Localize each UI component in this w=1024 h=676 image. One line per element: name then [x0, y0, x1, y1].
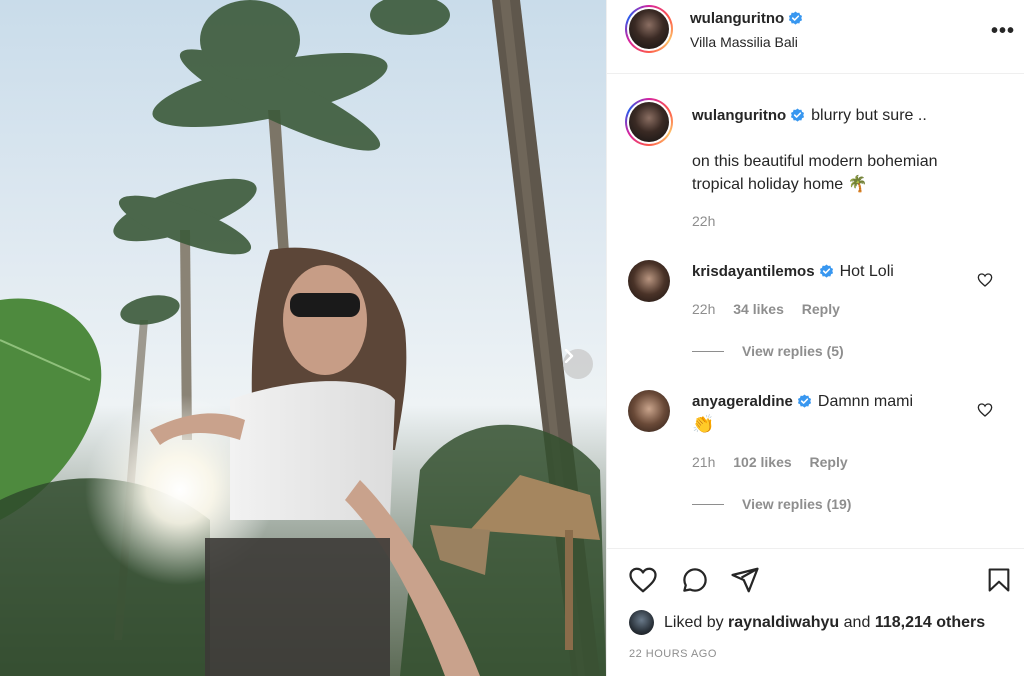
comment-text: Hot Loli [839, 263, 894, 280]
photo-scene [0, 0, 606, 676]
reply-button[interactable]: Reply [810, 454, 848, 470]
comment-meta: 21h 102 likes Reply [692, 454, 862, 470]
clapping-hands-emoji: 👏 [692, 414, 715, 434]
caption-body: on this beautiful modern bohemian tropic… [692, 153, 938, 193]
verified-badge-icon [819, 264, 833, 278]
author-username[interactable]: wulanguritno [690, 10, 803, 27]
verified-badge-icon [797, 394, 811, 408]
comment-meta: 22h 34 likes Reply [692, 301, 854, 317]
commenter-username[interactable]: krisdayantilemos [692, 263, 834, 280]
comment-likes[interactable]: 102 likes [733, 454, 791, 470]
view-replies-button[interactable]: View replies (19) [692, 496, 851, 512]
author-avatar[interactable] [625, 5, 673, 53]
liked-by-row: Liked by raynaldiwahyu and 118,214 other… [629, 610, 985, 635]
chevron-right-icon [564, 349, 574, 363]
heart-icon[interactable] [627, 565, 659, 595]
post-details-panel: wulanguritno Villa Massilia Bali ••• wul… [606, 0, 1024, 676]
replies-divider [692, 350, 724, 352]
share-icon[interactable] [729, 565, 761, 595]
caption-first-line: wulanguritno blurry but sure .. [692, 107, 927, 125]
caption-author-username[interactable]: wulanguritno [692, 107, 805, 124]
caption-text: blurry but sure .. [811, 107, 927, 124]
comment-time[interactable]: 22h [692, 301, 715, 317]
more-options-icon[interactable]: ••• [991, 20, 1015, 43]
comment-line: krisdayantilemos Hot Loli [692, 263, 894, 281]
commenter-username[interactable]: anyageraldine [692, 393, 812, 410]
comment-text: Damnn mami [817, 393, 914, 410]
liked-by-and: and [843, 613, 871, 631]
view-replies-label: View replies (19) [742, 496, 852, 512]
comment-icon[interactable] [679, 565, 711, 595]
view-replies-button[interactable]: View replies (5) [692, 343, 844, 359]
bookmark-icon[interactable] [985, 565, 1013, 595]
comment-like-heart-icon[interactable] [977, 272, 993, 288]
liked-by-prefix: Liked by [664, 613, 724, 631]
commenter-avatar[interactable] [628, 260, 670, 302]
liked-by-others[interactable]: 118,214 others [875, 614, 985, 632]
post-timestamp[interactable]: 22 HOURS AGO [629, 648, 717, 660]
liker-username[interactable]: raynaldiwahyu [728, 614, 839, 632]
comment-likes[interactable]: 34 likes [733, 301, 784, 317]
verified-badge-icon [791, 108, 805, 122]
post-header: wulanguritno Villa Massilia Bali ••• [607, 0, 1024, 74]
caption-time[interactable]: 22h [692, 213, 715, 229]
post-location[interactable]: Villa Massilia Bali [690, 34, 798, 50]
comment-like-heart-icon[interactable] [977, 402, 993, 418]
post-photo[interactable] [0, 0, 606, 676]
replies-divider [692, 503, 724, 505]
comment-time[interactable]: 21h [692, 454, 715, 470]
reply-button[interactable]: Reply [802, 301, 840, 317]
post-actions: Liked by raynaldiwahyu and 118,214 other… [607, 548, 1024, 676]
commenter-avatar[interactable] [628, 390, 670, 432]
view-replies-label: View replies (5) [742, 343, 844, 359]
verified-badge-icon [789, 11, 803, 25]
liker-avatar[interactable] [629, 610, 654, 635]
next-photo-button[interactable] [563, 349, 593, 379]
comment-line: anyageraldine Damnn mami [692, 393, 913, 411]
caption-author-avatar[interactable] [625, 98, 673, 146]
